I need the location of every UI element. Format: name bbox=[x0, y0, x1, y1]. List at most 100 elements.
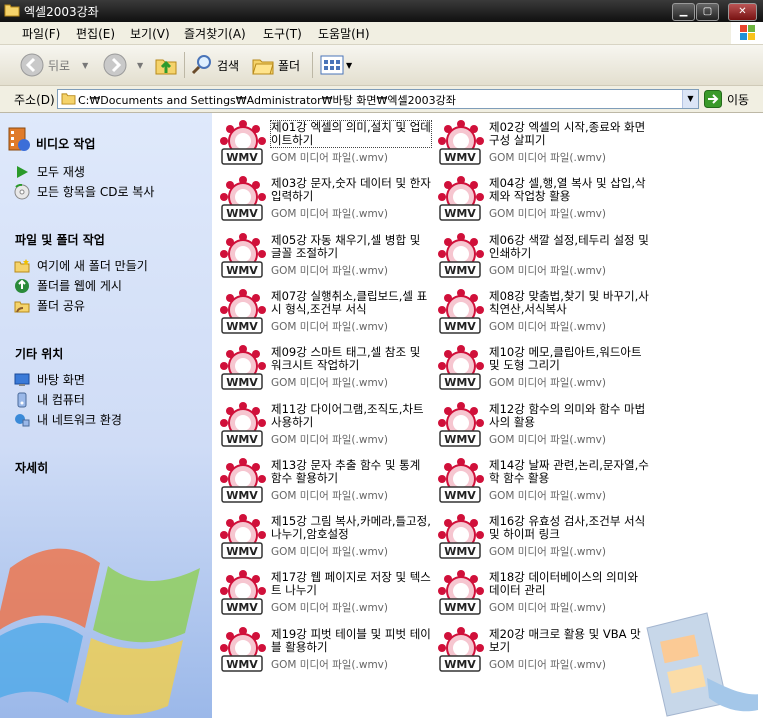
svg-text:WMV: WMV bbox=[226, 489, 258, 502]
file-item[interactable]: WMV 제18강 데이터베이스의 의미와 데이터 관리 GOM 미디어 파일(.… bbox=[432, 566, 648, 616]
file-name: 제17강 웹 페이지로 저장 및 텍스트 나누기 bbox=[271, 570, 431, 598]
details-title[interactable]: 자세히 bbox=[15, 459, 48, 476]
file-name: 제03강 문자,숫자 데이터 및 한자 입력하기 bbox=[271, 176, 431, 204]
file-item[interactable]: WMV 제09강 스마트 태그,셀 참조 및 워크시트 작업하기 GOM 미디어… bbox=[214, 341, 430, 391]
copy-to-cd-label: 모든 항목을 CD로 복사 bbox=[37, 185, 155, 199]
address-dropdown-button[interactable]: ▼ bbox=[682, 90, 698, 108]
file-type: GOM 미디어 파일(.wmv) bbox=[489, 489, 606, 502]
file-item[interactable]: WMV 제19강 피벗 테이블 및 피벗 테이블 활용하기 GOM 미디어 파일… bbox=[214, 623, 431, 673]
video-tasks-title[interactable]: 비디오 작업 bbox=[36, 135, 95, 152]
svg-text:WMV: WMV bbox=[226, 545, 258, 558]
file-item[interactable]: WMV 제13강 문자 추출 함수 및 통계 함수 활용하기 GOM 미디어 파… bbox=[214, 454, 430, 504]
menu-edit[interactable]: 편집(E) bbox=[76, 25, 115, 42]
wmv-icon: WMV bbox=[438, 626, 484, 672]
go-button[interactable]: 이동 bbox=[704, 90, 749, 108]
share-folder-link[interactable]: 폴더 공유 bbox=[14, 297, 85, 314]
folder-icon bbox=[4, 4, 20, 17]
task-pane: 비디오 작업 모두 재생 모든 항목을 CD로 복사 파일 및 폴더 작업 여기… bbox=[0, 113, 212, 718]
address-input[interactable]: C:₩Documents and Settings₩Administrator₩… bbox=[57, 89, 699, 109]
wmv-icon: WMV bbox=[438, 401, 484, 447]
file-tasks-title[interactable]: 파일 및 폴더 작업 bbox=[15, 231, 105, 248]
menu-file[interactable]: 파일(F) bbox=[22, 25, 60, 42]
svg-text:WMV: WMV bbox=[226, 433, 258, 446]
svg-text:WMV: WMV bbox=[444, 433, 476, 446]
file-type: GOM 미디어 파일(.wmv) bbox=[489, 433, 606, 446]
file-item[interactable]: WMV 제16강 유효성 검사,조건부 서식 및 하이퍼 링크 GOM 미디어 … bbox=[432, 510, 648, 560]
back-button[interactable]: 뒤로 ▼ bbox=[20, 52, 88, 78]
svg-text:WMV: WMV bbox=[444, 601, 476, 614]
publish-folder-link[interactable]: 폴더를 웹에 게시 bbox=[14, 277, 122, 294]
go-label: 이동 bbox=[727, 92, 750, 107]
svg-text:WMV: WMV bbox=[444, 207, 476, 220]
other-places-title[interactable]: 기타 위치 bbox=[15, 345, 63, 362]
menu-favorites[interactable]: 즐겨찾기(A) bbox=[184, 25, 246, 42]
copy-to-cd-link[interactable]: 모든 항목을 CD로 복사 bbox=[14, 183, 154, 200]
web-publish-icon bbox=[15, 278, 29, 293]
file-item[interactable]: WMV 제05강 자동 채우기,셀 병합 및 글꼴 조절하기 GOM 미디어 파… bbox=[214, 229, 430, 279]
back-label: 뒤로 bbox=[48, 58, 71, 73]
file-item[interactable]: WMV 제04강 셀,행,열 복사 및 삽입,삭제와 작업창 활용 GOM 미디… bbox=[432, 172, 648, 222]
file-item[interactable]: WMV 제17강 웹 페이지로 저장 및 텍스트 나누기 GOM 미디어 파일(… bbox=[214, 566, 431, 616]
search-icon bbox=[191, 55, 211, 75]
file-item[interactable]: WMV 제02강 엑셀의 시작,종료와 화면구성 살피기 GOM 미디어 파일(… bbox=[432, 116, 648, 166]
file-name: 제18강 데이터베이스의 의미와 데이터 관리 bbox=[489, 570, 638, 598]
wmv-icon: WMV bbox=[220, 514, 266, 559]
forward-button[interactable]: ▼ bbox=[103, 52, 143, 78]
file-list-pane[interactable]: WMV 제01강 엑셀의 의미,설치 및 업데이트하기 GOM 미디어 파일(.… bbox=[212, 113, 758, 718]
wmv-icon: WMV bbox=[438, 176, 484, 222]
file-item[interactable]: WMV 제14강 날짜 관련,논리,문자열,수학 함수 활용 GOM 미디어 파… bbox=[432, 454, 649, 504]
svg-text:WMV: WMV bbox=[444, 320, 476, 333]
menu-help[interactable]: 도움말(H) bbox=[318, 25, 370, 42]
up-folder-button[interactable] bbox=[154, 52, 178, 78]
file-item[interactable]: WMV 제01강 엑셀의 의미,설치 및 업데이트하기 GOM 미디어 파일(.… bbox=[214, 116, 432, 166]
folders-button[interactable]: 폴더 bbox=[251, 52, 300, 78]
wmv-icon: WMV bbox=[438, 457, 484, 503]
file-item[interactable]: WMV 제12강 함수의 의미와 함수 마법사의 활용 GOM 미디어 파일(.… bbox=[432, 398, 648, 448]
menu-view[interactable]: 보기(V) bbox=[130, 25, 170, 42]
maximize-button[interactable]: ▢ bbox=[696, 3, 719, 21]
play-all-link[interactable]: 모두 재생 bbox=[14, 163, 85, 180]
wmv-icon: WMV bbox=[438, 514, 484, 559]
file-name: 제20강 매크로 활용 및 VBA 맛보기 bbox=[489, 626, 641, 654]
back-dropdown-icon[interactable]: ▼ bbox=[82, 61, 88, 70]
views-button[interactable]: ▼ bbox=[320, 52, 352, 78]
minimize-button[interactable]: ▁ bbox=[672, 3, 695, 21]
desktop-link[interactable]: 바탕 화면 bbox=[14, 371, 85, 388]
desktop-label: 바탕 화면 bbox=[37, 373, 85, 387]
forward-dropdown-icon[interactable]: ▼ bbox=[137, 61, 143, 70]
file-item[interactable]: WMV 제03강 문자,숫자 데이터 및 한자 입력하기 GOM 미디어 파일(… bbox=[214, 172, 431, 222]
file-item[interactable]: WMV 제11강 다이어그램,조직도,차트 사용하기 GOM 미디어 파일(.w… bbox=[214, 398, 430, 448]
file-type: GOM 미디어 파일(.wmv) bbox=[271, 658, 388, 671]
file-type: GOM 미디어 파일(.wmv) bbox=[271, 377, 388, 390]
svg-text:WMV: WMV bbox=[444, 658, 476, 671]
wmv-icon: WMV bbox=[220, 120, 266, 165]
publish-folder-label: 폴더를 웹에 게시 bbox=[37, 279, 122, 293]
folders-label: 폴더 bbox=[278, 58, 301, 73]
file-item[interactable]: WMV 제06강 색깔 설정,테두리 설정 및 인쇄하기 GOM 미디어 파일(… bbox=[432, 229, 649, 279]
file-item[interactable]: WMV 제08강 맞춤법,찾기 및 바꾸기,사칙연산,서식복사 GOM 미디어 … bbox=[432, 285, 649, 335]
network-icon bbox=[15, 413, 30, 426]
menu-tools[interactable]: 도구(T) bbox=[263, 25, 302, 42]
svg-text:WMV: WMV bbox=[444, 151, 476, 164]
play-icon bbox=[17, 165, 28, 178]
file-item[interactable]: WMV 제07강 실행취소,클립보드,셀 표시 형식,조건부 서식 GOM 미디… bbox=[214, 285, 430, 335]
wmv-icon: WMV bbox=[220, 570, 266, 616]
share-folder-label: 폴더 공유 bbox=[37, 299, 85, 313]
file-item[interactable]: WMV 제10강 메모,클립아트,워드아트 및 도형 그리기 GOM 미디어 파… bbox=[432, 341, 648, 391]
file-item[interactable]: WMV 제20강 매크로 활용 및 VBA 맛보기 GOM 미디어 파일(.wm… bbox=[432, 623, 648, 673]
file-type: GOM 미디어 파일(.wmv) bbox=[271, 489, 388, 502]
file-name: 제19강 피벗 테이블 및 피벗 테이블 활용하기 bbox=[271, 626, 431, 654]
views-dropdown-icon[interactable]: ▼ bbox=[346, 61, 352, 70]
file-type: GOM 미디어 파일(.wmv) bbox=[489, 264, 606, 277]
my-computer-label: 내 컴퓨터 bbox=[37, 393, 85, 407]
search-button[interactable]: 검색 bbox=[190, 52, 239, 78]
my-computer-link[interactable]: 내 컴퓨터 bbox=[14, 391, 85, 408]
file-name: 제06강 색깔 설정,테두리 설정 및 인쇄하기 bbox=[489, 232, 649, 260]
close-button[interactable]: ✕ bbox=[728, 3, 757, 21]
file-item[interactable]: WMV 제15강 그림 복사,카메라,틀고정,나누기,암호설정 GOM 미디어 … bbox=[214, 510, 431, 560]
file-type: GOM 미디어 파일(.wmv) bbox=[271, 602, 388, 615]
file-type: GOM 미디어 파일(.wmv) bbox=[489, 546, 606, 559]
new-folder-link[interactable]: 여기에 새 폴더 만들기 bbox=[14, 257, 148, 274]
network-link[interactable]: 내 네트워크 환경 bbox=[14, 411, 122, 428]
title-bar[interactable]: 엑셀2003강좌 ▁ ▢ ✕ bbox=[0, 0, 763, 22]
